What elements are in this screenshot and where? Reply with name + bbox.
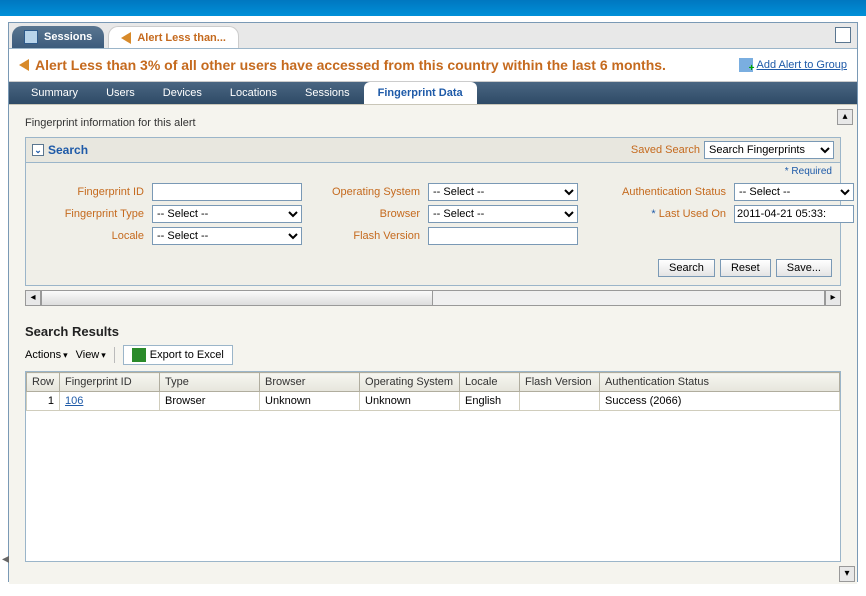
sessions-icon	[24, 30, 38, 44]
export-label: Export to Excel	[150, 349, 224, 361]
grid-empty-area	[26, 411, 840, 561]
alert-banner: Alert Less than 3% of all other users ha…	[9, 49, 857, 82]
col-row[interactable]: Row	[27, 373, 60, 392]
maximize-icon[interactable]	[835, 27, 851, 43]
scroll-thumb[interactable]	[42, 291, 433, 305]
reset-button[interactable]: Reset	[720, 259, 771, 277]
horizontal-scrollbar[interactable]: ◂ ▸	[25, 290, 841, 306]
saved-search-label: Saved Search	[631, 144, 700, 156]
cell-flash	[520, 392, 600, 411]
group-add-icon	[739, 58, 753, 72]
col-os[interactable]: Operating System	[360, 373, 460, 392]
scroll-left-icon[interactable]: ◂	[25, 290, 41, 306]
cell-type: Browser	[160, 392, 260, 411]
tab-alert[interactable]: Alert Less than...	[108, 26, 239, 48]
subtab-locations[interactable]: Locations	[216, 82, 291, 104]
fingerprint-type-select[interactable]: -- Select --	[152, 205, 302, 223]
results-grid: Row Fingerprint ID Type Browser Operatin…	[25, 371, 841, 562]
table-header-row: Row Fingerprint ID Type Browser Operatin…	[27, 373, 840, 392]
flash-input[interactable]	[428, 227, 578, 245]
col-auth-status[interactable]: Authentication Status	[600, 373, 840, 392]
add-alert-label: Add Alert to Group	[757, 59, 848, 71]
scroll-right-icon[interactable]: ▸	[825, 290, 841, 306]
browser-select[interactable]: -- Select --	[428, 205, 578, 223]
separator	[114, 347, 115, 363]
export-excel-button[interactable]: Export to Excel	[123, 345, 233, 365]
actions-menu[interactable]: Actions	[25, 349, 68, 361]
col-browser[interactable]: Browser	[260, 373, 360, 392]
col-flash[interactable]: Flash Version	[520, 373, 600, 392]
results-title: Search Results	[9, 306, 857, 343]
col-locale[interactable]: Locale	[460, 373, 520, 392]
flash-label: Flash Version	[310, 230, 420, 242]
os-label: Operating System	[310, 186, 420, 198]
fingerprint-type-label: Fingerprint Type	[34, 208, 144, 220]
cell-row: 1	[27, 392, 60, 411]
subtab-fingerprint-data[interactable]: Fingerprint Data	[364, 82, 477, 104]
last-used-input[interactable]	[734, 205, 854, 223]
saved-search-select[interactable]: Search Fingerprints	[704, 141, 834, 159]
banner-message: Alert Less than 3% of all other users ha…	[35, 57, 666, 73]
tab-alert-label: Alert Less than...	[137, 32, 226, 44]
view-menu[interactable]: View	[76, 349, 106, 361]
results-toolbar: Actions View Export to Excel	[9, 343, 857, 371]
cell-auth: Success (2066)	[600, 392, 840, 411]
browser-label: Browser	[310, 208, 420, 220]
table-row[interactable]: 1 106 Browser Unknown Unknown English Su…	[27, 392, 840, 411]
auth-status-label: Authentication Status	[586, 186, 726, 198]
hint-text: Fingerprint information for this alert	[9, 105, 857, 137]
cell-fingerprint-id: 106	[60, 392, 160, 411]
subtab-users[interactable]: Users	[92, 82, 149, 104]
col-type[interactable]: Type	[160, 373, 260, 392]
content: ▴ Fingerprint information for this alert…	[9, 104, 857, 584]
fingerprint-id-input[interactable]	[152, 183, 302, 201]
subtab-devices[interactable]: Devices	[149, 82, 216, 104]
cell-locale: English	[460, 392, 520, 411]
os-select[interactable]: -- Select --	[428, 183, 578, 201]
collapse-icon[interactable]: ⌄	[32, 144, 44, 156]
excel-icon	[132, 348, 146, 362]
locale-select[interactable]: -- Select --	[152, 227, 302, 245]
panel-tabs: Sessions Alert Less than...	[9, 23, 857, 49]
tab-sessions-label: Sessions	[44, 31, 92, 43]
auth-status-select[interactable]: -- Select --	[734, 183, 854, 201]
search-title: Search	[48, 143, 88, 157]
fingerprint-id-link[interactable]: 106	[65, 395, 83, 407]
subtab-summary[interactable]: Summary	[17, 82, 92, 104]
col-fingerprint-id[interactable]: Fingerprint ID	[60, 373, 160, 392]
search-panel: ⌄ Search Saved Search Search Fingerprint…	[25, 137, 841, 286]
scroll-track[interactable]	[41, 290, 825, 306]
tab-sessions[interactable]: Sessions	[12, 26, 104, 48]
add-alert-to-group-button[interactable]: Add Alert to Group	[739, 58, 848, 72]
subtab-sessions[interactable]: Sessions	[291, 82, 364, 104]
cell-os: Unknown	[360, 392, 460, 411]
fingerprint-id-label: Fingerprint ID	[34, 186, 144, 198]
search-button[interactable]: Search	[658, 259, 715, 277]
locale-label: Locale	[34, 230, 144, 242]
alert-icon	[121, 32, 131, 44]
last-used-label: Last Used On	[586, 208, 726, 220]
cell-browser: Unknown	[260, 392, 360, 411]
scroll-down-button[interactable]: ▾	[839, 566, 855, 582]
sub-tabs: Summary Users Devices Locations Sessions…	[9, 82, 857, 104]
scroll-up-button[interactable]: ▴	[837, 109, 853, 125]
required-hint: * Required	[26, 163, 840, 177]
save-button[interactable]: Save...	[776, 259, 832, 277]
banner-alert-icon	[19, 59, 29, 71]
